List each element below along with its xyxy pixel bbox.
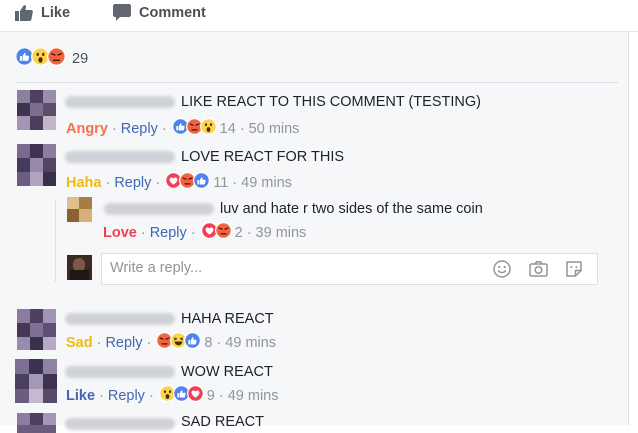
love-reaction-icon — [186, 385, 204, 406]
separator: · — [155, 174, 161, 191]
separator: · — [232, 174, 238, 191]
like-action-button[interactable]: Like — [15, 4, 70, 21]
reaction-icons[interactable] — [200, 222, 232, 243]
separator: · — [218, 387, 224, 404]
separator: · — [99, 387, 104, 404]
reaction-icons[interactable] — [165, 172, 211, 193]
separator: · — [140, 224, 146, 241]
reactions-summary[interactable]: 29 — [15, 47, 88, 71]
comment-action-label: Comment — [139, 4, 206, 21]
reply-link[interactable]: Reply — [108, 388, 145, 404]
like-action-label: Like — [41, 4, 71, 21]
angry-reaction-icon — [214, 222, 232, 243]
commenter-name[interactable] — [65, 96, 175, 108]
comment-text: luv and hate r two sides of the same coi… — [220, 201, 483, 217]
reply-input[interactable]: Write a reply... — [101, 253, 598, 285]
reply-link[interactable]: Reply — [114, 175, 151, 191]
reaction-label[interactable]: Angry — [66, 121, 108, 137]
comment-text: SAD REACT — [181, 414, 264, 430]
avatar[interactable] — [17, 144, 56, 186]
panel-edge — [628, 32, 638, 425]
reaction-count: 14 — [219, 120, 236, 137]
reaction-icons[interactable] — [158, 385, 204, 406]
avatar[interactable] — [17, 90, 56, 130]
camera-icon[interactable] — [528, 259, 549, 284]
separator: · — [96, 334, 102, 351]
timestamp[interactable]: 49 mins — [241, 175, 292, 191]
comment-bubble-icon — [113, 4, 131, 21]
thumbs-up-icon — [15, 4, 33, 21]
timestamp[interactable]: 49 mins — [228, 388, 279, 404]
comment-meta: Angry · Reply · 14 · 50 mins — [66, 118, 299, 139]
commenter-name[interactable] — [65, 151, 175, 163]
like-reaction-icon — [193, 172, 211, 193]
avatar[interactable] — [15, 359, 57, 403]
commenter-name[interactable] — [104, 203, 214, 215]
reply-link[interactable]: Reply — [121, 121, 158, 137]
reply-link[interactable]: Reply — [150, 225, 187, 241]
divider — [15, 82, 618, 83]
emoji-icon[interactable] — [492, 259, 512, 284]
reaction-icons[interactable] — [156, 332, 202, 353]
reaction-count: 8 — [204, 334, 213, 351]
avatar[interactable] — [17, 413, 56, 433]
separator: · — [190, 224, 196, 241]
reaction-label[interactable]: Sad — [66, 335, 93, 351]
comment-meta: Like · Reply · 9 · 49 mins — [66, 385, 278, 406]
avatar[interactable] — [17, 309, 56, 350]
comment-meta: Love · Reply · 2 · 39 mins — [103, 222, 306, 243]
commenter-name[interactable] — [65, 418, 175, 430]
comment-meta: Haha · Reply · 11 · 49 mins — [66, 172, 292, 193]
comment-text: HAHA REACT — [181, 311, 274, 327]
avatar[interactable] — [67, 197, 92, 222]
angry-reaction-icon — [47, 47, 66, 71]
timestamp[interactable]: 49 mins — [225, 335, 276, 351]
wow-reaction-icon — [199, 118, 217, 139]
reply-link[interactable]: Reply — [105, 335, 142, 351]
separator: · — [246, 224, 252, 241]
commenter-name[interactable] — [65, 313, 175, 325]
separator: · — [239, 120, 245, 137]
reply-thread-line — [55, 200, 56, 282]
reply-input-placeholder: Write a reply... — [110, 260, 203, 276]
comment-text: LOVE REACT FOR THIS — [181, 149, 345, 165]
reaction-icons[interactable] — [171, 118, 217, 139]
comment-meta: Sad · Reply · 8 · 49 mins — [66, 332, 276, 353]
timestamp[interactable]: 50 mins — [249, 121, 300, 137]
separator: · — [148, 387, 154, 404]
separator: · — [161, 120, 167, 137]
separator: · — [216, 334, 222, 351]
sticker-icon[interactable] — [564, 259, 584, 284]
reaction-count: 9 — [206, 387, 215, 404]
avatar — [67, 255, 92, 280]
comment-action-button[interactable]: Comment — [113, 4, 206, 21]
comment-text: WOW REACT — [181, 364, 273, 380]
separator: · — [111, 120, 117, 137]
reaction-label[interactable]: Like — [66, 388, 95, 404]
reaction-count: 2 — [234, 224, 243, 241]
post-action-bar: Like Comment — [0, 0, 638, 32]
reactions-count: 29 — [72, 51, 89, 67]
commenter-name[interactable] — [65, 366, 175, 378]
comment-text: LIKE REACT TO THIS COMMENT (TESTING) — [181, 94, 481, 110]
reaction-label[interactable]: Haha — [66, 175, 101, 191]
reaction-count: 11 — [213, 174, 229, 191]
separator: · — [146, 334, 152, 351]
separator: · — [105, 174, 111, 191]
like-reaction-icon — [184, 332, 202, 353]
timestamp[interactable]: 39 mins — [256, 225, 307, 241]
reaction-label[interactable]: Love — [103, 225, 137, 241]
